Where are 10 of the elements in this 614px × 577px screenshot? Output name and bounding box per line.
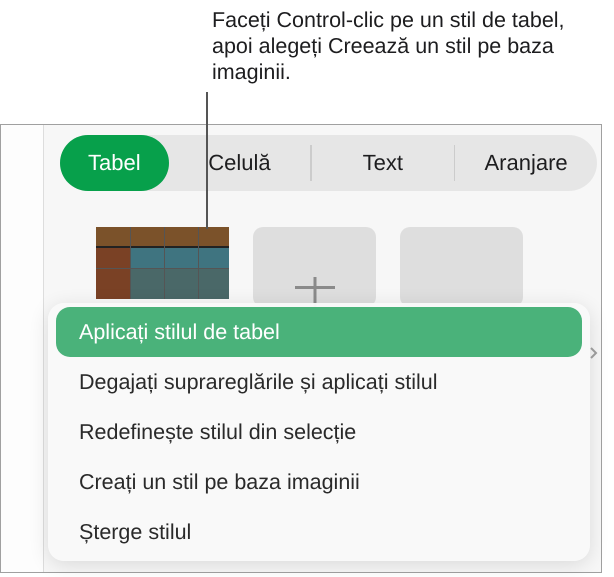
tab[interactable]: Aranjare (455, 135, 597, 191)
menu-item[interactable]: Creați un stil pe baza imaginii (56, 457, 582, 507)
tab[interactable]: Text (312, 135, 454, 191)
table-style-drawing[interactable] (96, 227, 229, 299)
chevron-right-icon[interactable] (590, 347, 598, 359)
menu-item[interactable]: Șterge stilul (56, 507, 582, 557)
tab[interactable]: Celulă (168, 135, 310, 191)
menu-item[interactable]: Degajați suprareglările și aplicați stilul (56, 357, 582, 407)
callout-text: Faceți Control-clic pe un stil de tabel, apoi alegeți Creează un stil pe baza imaginii. (211, 7, 566, 85)
menu-item[interactable]: Redefinește stilul din selecție (56, 407, 582, 457)
